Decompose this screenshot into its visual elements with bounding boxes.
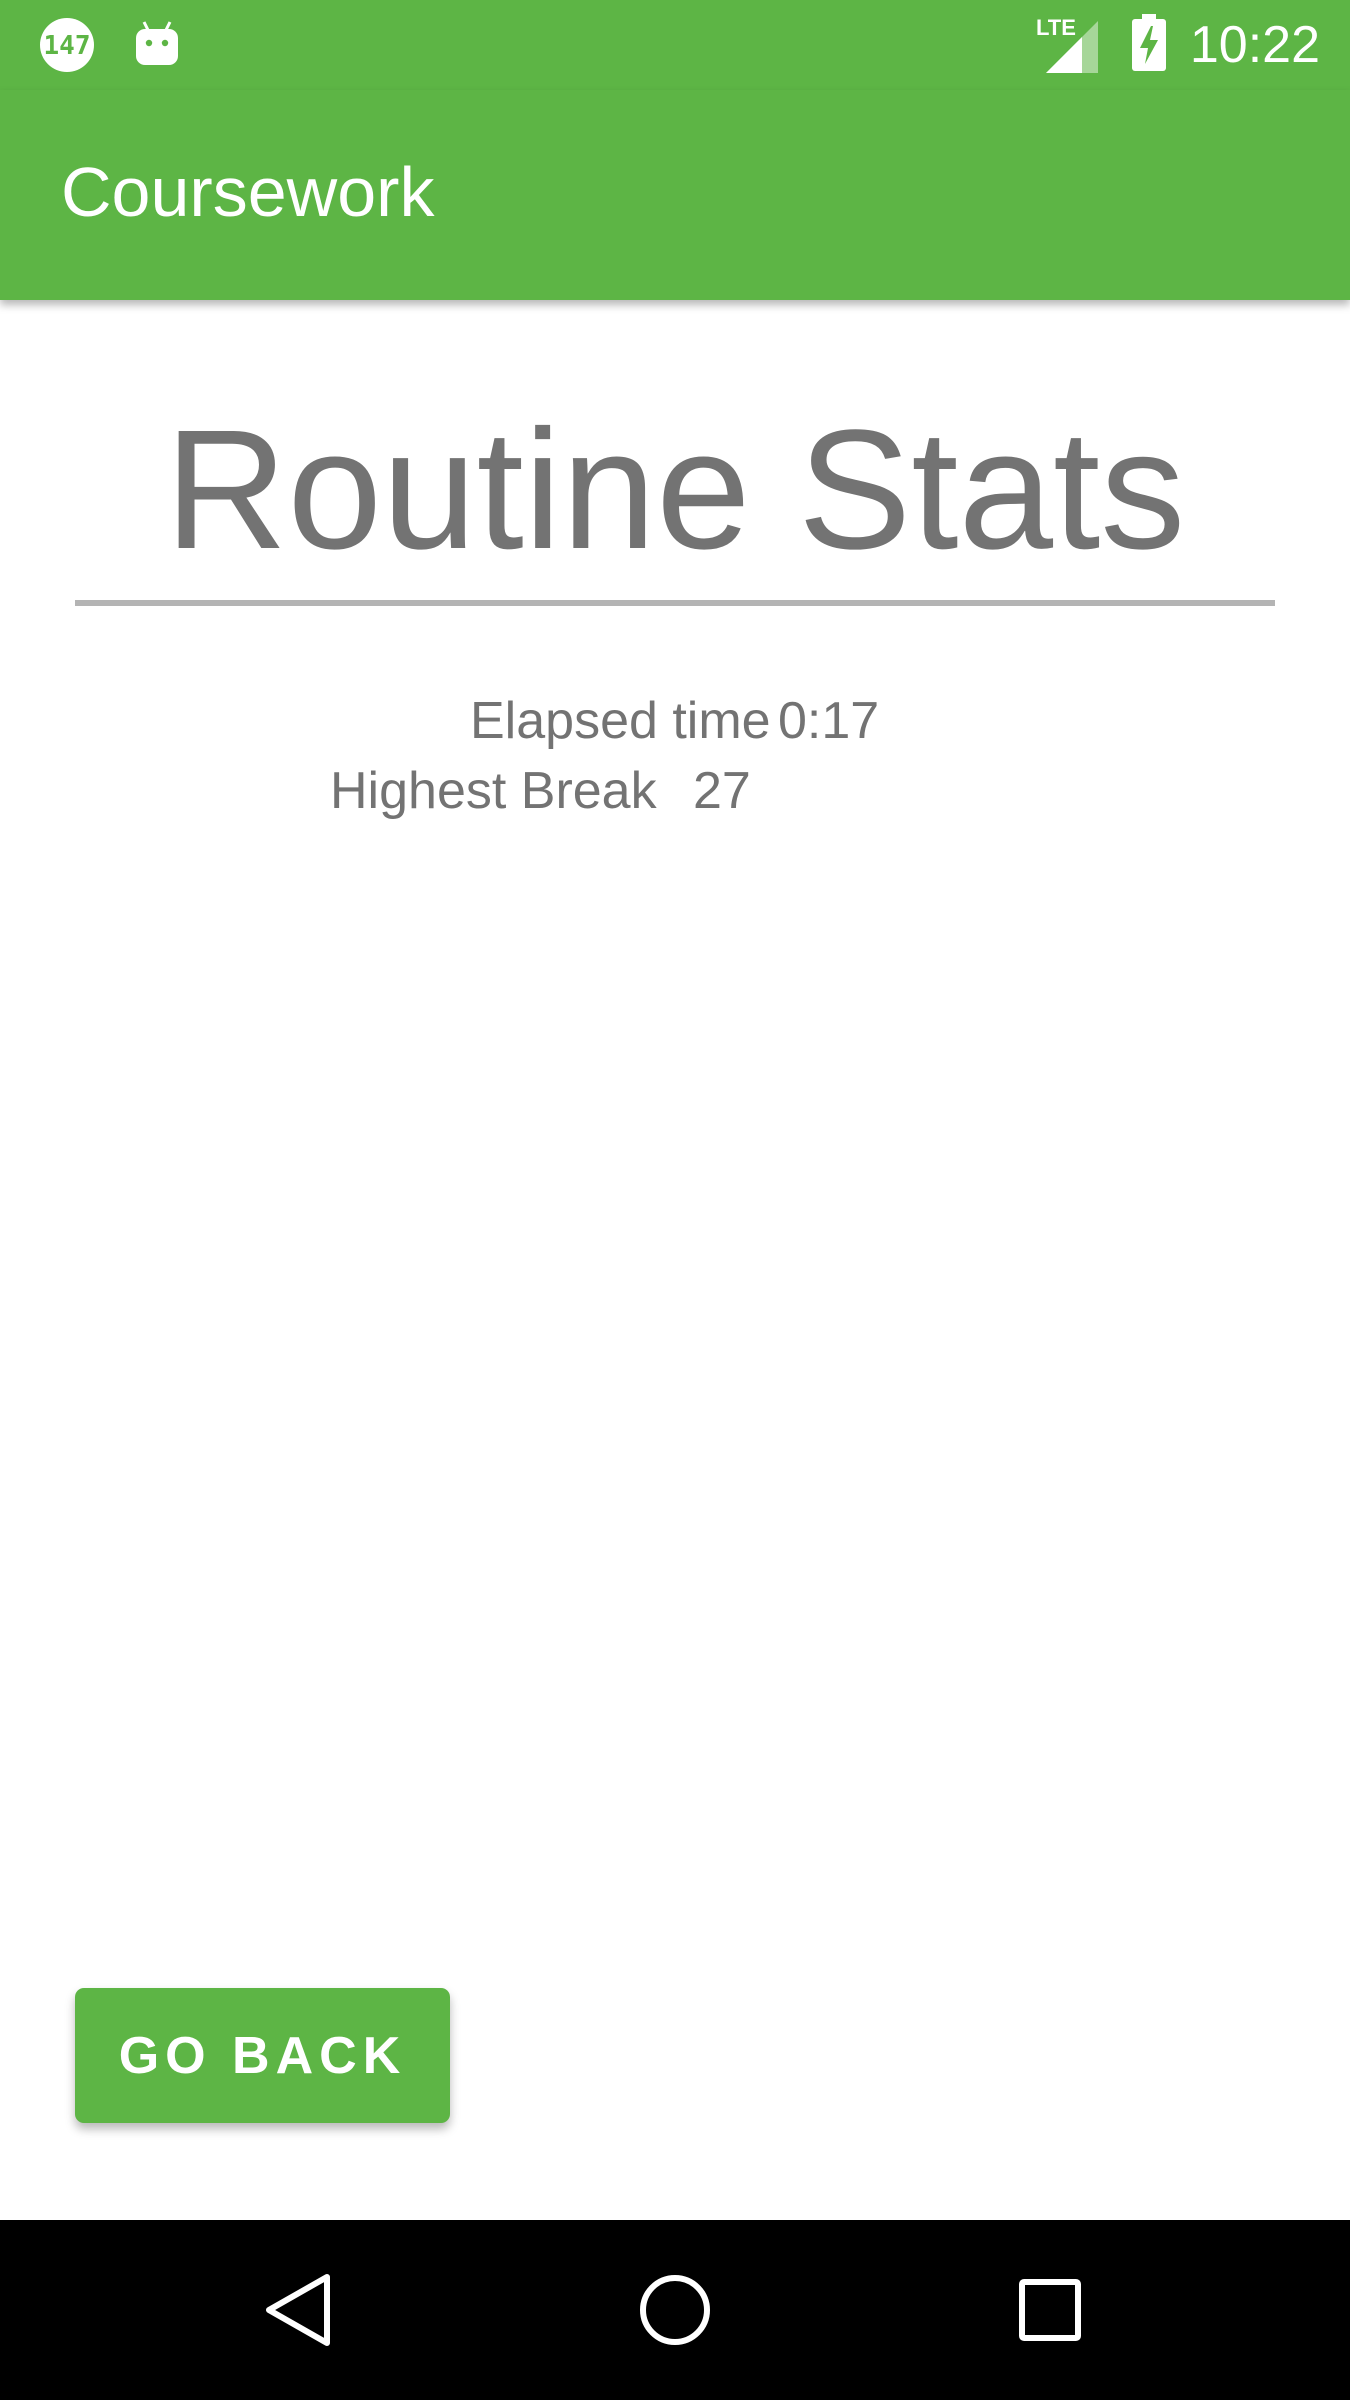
navigation-bar xyxy=(0,2220,1350,2400)
status-right-group: LTE 10:22 xyxy=(1034,10,1320,80)
elapsed-time-label: Elapsed time xyxy=(470,692,771,750)
app-bar: Coursework xyxy=(0,90,1350,300)
app-title: Coursework xyxy=(61,153,435,231)
page-title: Routine Stats xyxy=(164,395,1186,585)
battery-charging-icon xyxy=(1130,13,1168,77)
notification-counter-icon: 147 xyxy=(38,16,96,74)
network-type-label: LTE xyxy=(1036,15,1076,40)
elapsed-time-value: 0:17 xyxy=(778,692,880,750)
highest-break-label: Highest Break xyxy=(330,762,657,820)
status-bar: 147 LTE 10:22 xyxy=(0,0,1350,90)
status-time: 10:22 xyxy=(1189,16,1320,74)
highest-break-value: 27 xyxy=(693,762,751,820)
screen: 147 LTE 10:22 Coursework Routine Stats E… xyxy=(0,0,1350,2400)
notification-badge-text: 147 xyxy=(44,31,91,61)
android-debug-icon xyxy=(132,16,190,74)
go-back-button[interactable]: GO BACK xyxy=(75,1988,450,2123)
back-icon[interactable] xyxy=(255,2265,345,2355)
heading-divider xyxy=(75,600,1275,606)
home-icon[interactable] xyxy=(630,2265,720,2355)
recents-icon[interactable] xyxy=(1005,2265,1095,2355)
lte-signal-icon: LTE xyxy=(1034,13,1104,78)
